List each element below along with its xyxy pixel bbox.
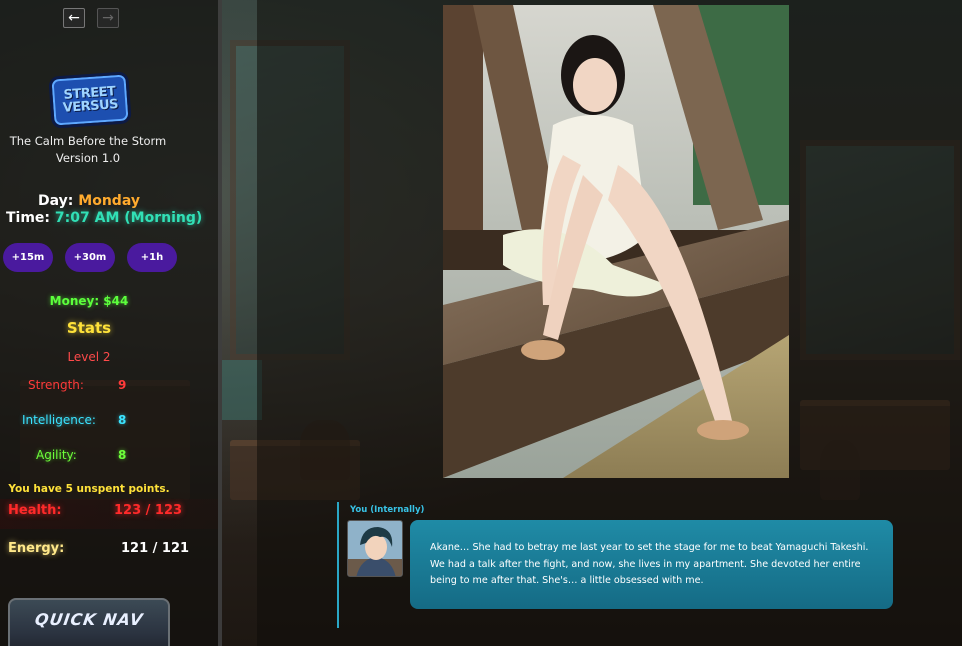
money-display: Money: $44 [49, 294, 129, 308]
health-value: 123 / 123 [114, 503, 183, 518]
advance-30m-button[interactable]: +30m [65, 243, 115, 272]
scene-character-image [443, 5, 789, 478]
history-nav: ← → [63, 8, 119, 28]
speaker-name: You (Internally) [350, 505, 425, 515]
health-display: Health: 123 / 123 [0, 499, 218, 529]
portrait-illustration [348, 521, 402, 576]
forward-button[interactable]: → [97, 8, 119, 28]
quick-nav-label: QUICK NAV [33, 609, 145, 629]
speaker-portrait [347, 520, 403, 577]
sidebar: ← → STREET VERSUS The Calm Before the Sto… [0, 0, 222, 646]
intelligence-value: 8 [118, 413, 127, 427]
unspent-points: You have 5 unspent points. [8, 483, 170, 495]
dialogue-divider [337, 502, 339, 628]
dialogue-text: Akane… She had to betray me last year to… [430, 542, 869, 586]
game-logo: STREET VERSUS [48, 71, 132, 129]
day-display: Day: Monday [38, 193, 140, 209]
energy-value: 121 / 121 [121, 541, 190, 556]
bg-chalkboard [222, 360, 262, 420]
time-advance-buttons: +15m +30m +1h [3, 243, 177, 272]
agility-value: 8 [118, 448, 127, 462]
time-value: 7:07 AM (Morning) [54, 210, 203, 226]
energy-display: Energy: 121 / 121 [8, 541, 190, 556]
level-display: Level 2 [67, 350, 111, 364]
back-button[interactable]: ← [63, 8, 85, 28]
game-title: The Calm Before the Storm [9, 134, 167, 148]
stats-heading: Stats [66, 319, 112, 337]
advance-15m-button[interactable]: +15m [3, 243, 53, 272]
time-display: Time: 7:07 AM (Morning) [6, 210, 203, 226]
dialogue-box[interactable]: Akane… She had to betray me last year to… [410, 520, 893, 609]
advance-1h-button[interactable]: +1h [127, 243, 177, 272]
strength-value: 9 [118, 378, 127, 392]
day-value: Monday [78, 193, 140, 209]
game-version: Version 1.0 [55, 151, 121, 165]
scene-illustration [443, 5, 789, 478]
quick-nav-button[interactable]: QUICK NAV [8, 598, 170, 646]
